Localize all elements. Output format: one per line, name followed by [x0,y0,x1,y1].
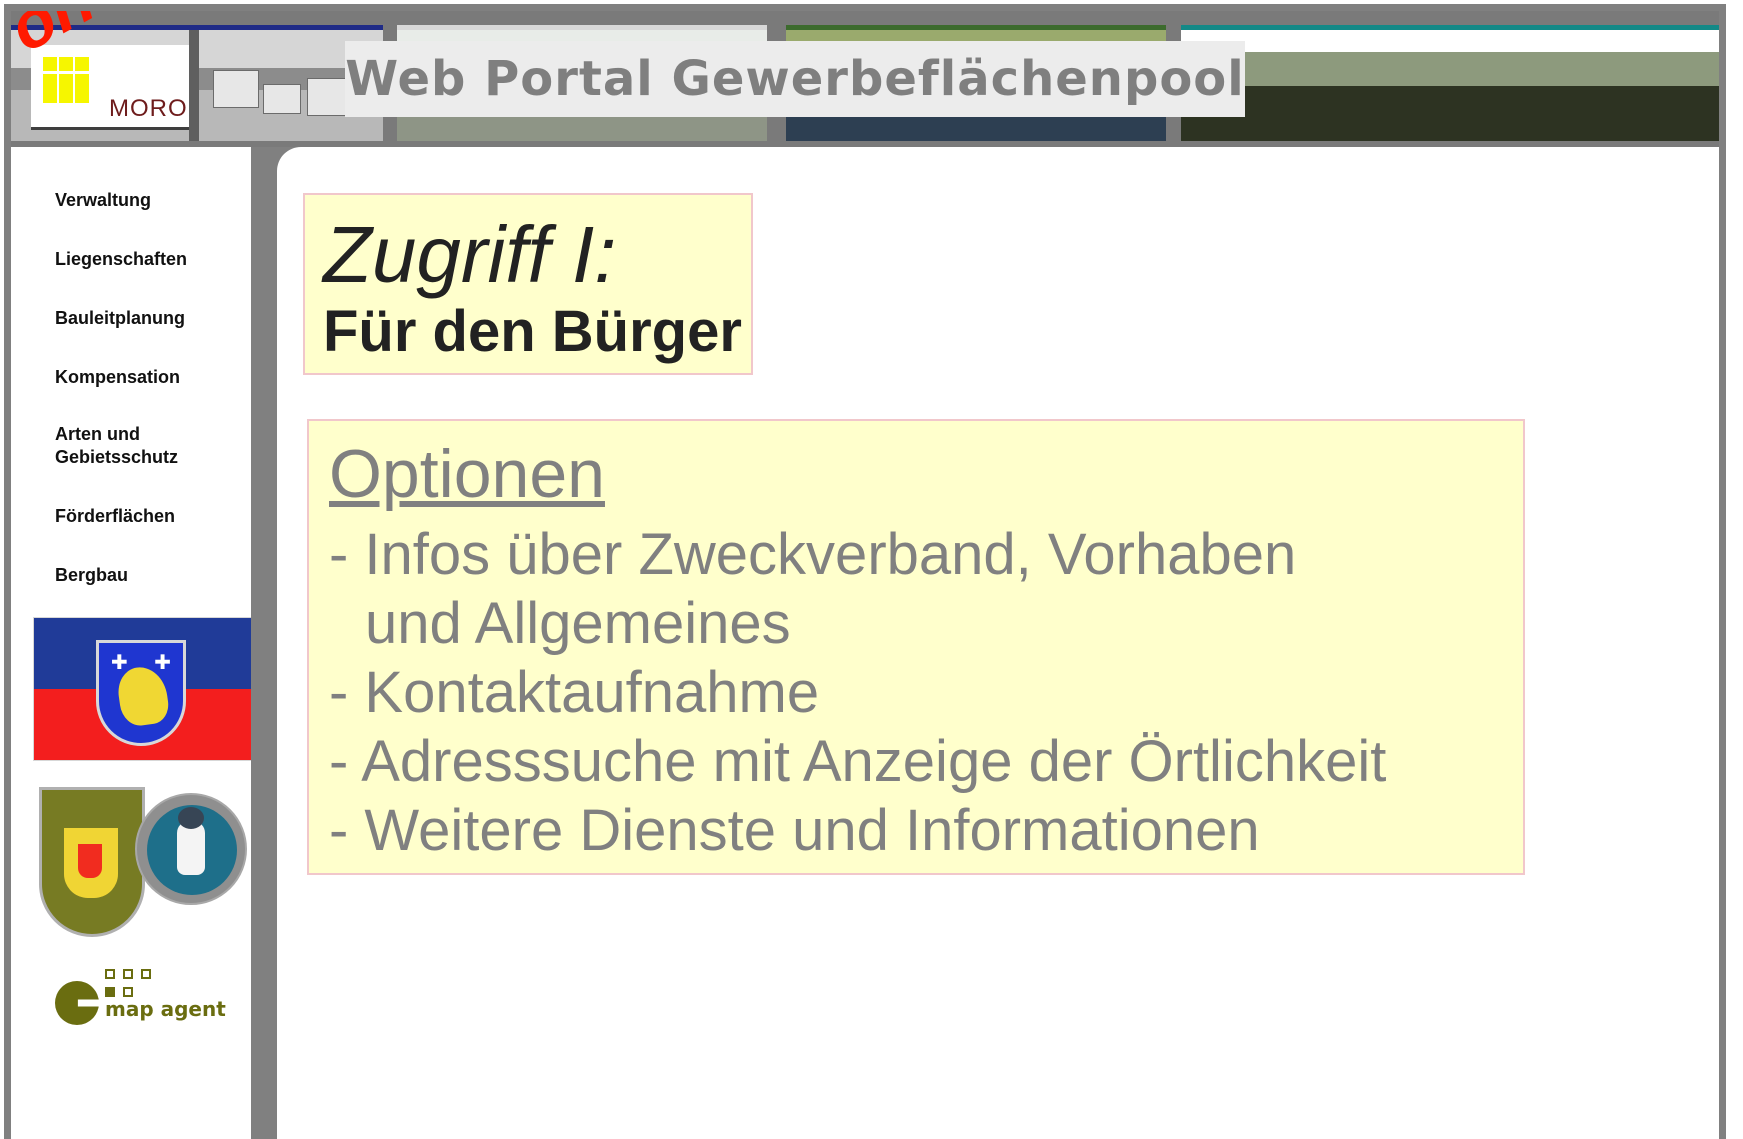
moro-logo-icon [43,57,89,103]
square-icon [105,969,115,979]
portal-window: MORO onta Web Portal Gewerbeflächenpool … [4,4,1726,1139]
list-item: - Infos über Zweckverband, Vorhaben [329,521,1297,587]
square-icon [123,969,133,979]
sidebar-item-bauleitplanung[interactable]: Bauleitplanung [55,307,225,330]
list-item: - Kontaktaufnahme [329,659,820,725]
moro-logo: MORO [31,45,189,130]
access-subtitle: Für den Bürger [323,299,742,364]
access-box: Zugriff I: Für den Bürger [303,193,753,375]
content-shell: Zugriff I: Für den Bürger Optionen - Inf… [251,147,1719,1139]
building-icon [213,70,259,108]
page-header: MORO onta Web Portal Gewerbeflächenpool [11,11,1719,147]
list-item: - Adresssuche mit Anzeige der Örtlichkei… [329,728,1387,794]
mapagent-text: map agent [105,997,226,1021]
sidebar-item-arten-und-gebietsschutz[interactable]: Arten und Gebietsschutz [55,423,205,470]
sidebar-item-liegenschaften[interactable]: Liegenschaften [55,248,225,271]
sidebar-item-foerderflaechen[interactable]: Förderflächen [55,505,225,528]
square-icon [123,987,133,997]
crest-red-icon [78,844,102,878]
page-title: Web Portal Gewerbeflächenpool [345,51,1245,107]
options-box: Optionen - Infos über Zweckverband, Vorh… [307,419,1525,875]
sidebar-item-verwaltung[interactable]: Verwaltung [55,189,225,212]
crest-and-mascot-icon [39,787,259,947]
tree-photo-strip [1181,25,1719,141]
mapagent-circle-icon [55,981,99,1025]
square-icon [105,987,115,997]
sidebar-item-kompensation[interactable]: Kompensation [55,366,225,389]
options-list: - Infos über Zweckverband, Vorhaben und … [329,520,1503,865]
mascot-icon [177,807,205,875]
shield-icon: ✚ ✚ [96,640,186,746]
sidebar-item-bergbau[interactable]: Bergbau [55,564,225,587]
mapagent-logo-icon: map agent [55,967,226,1037]
options-heading: Optionen [329,436,605,512]
access-title: Zugriff I: [323,210,617,299]
content-panel: Zugriff I: Für den Bürger Optionen - Inf… [277,147,1719,1139]
list-item: - Weitere Dienste und Informationen [329,797,1260,863]
cross-icon: ✚ [111,652,128,674]
page-title-box: Web Portal Gewerbeflächenpool [345,41,1245,117]
coat-of-arms-flag-icon: ✚ ✚ [33,617,253,761]
crest-icon [39,787,145,937]
mascot-badge-icon [135,793,247,905]
square-icon [141,969,151,979]
moro-logo-text: MORO [109,95,188,122]
building-icon [263,84,301,114]
list-item: und Allgemeines [365,590,791,656]
sidebar: Verwaltung Liegenschaften Bauleitplanung… [23,147,253,1139]
cross-icon: ✚ [154,652,171,674]
